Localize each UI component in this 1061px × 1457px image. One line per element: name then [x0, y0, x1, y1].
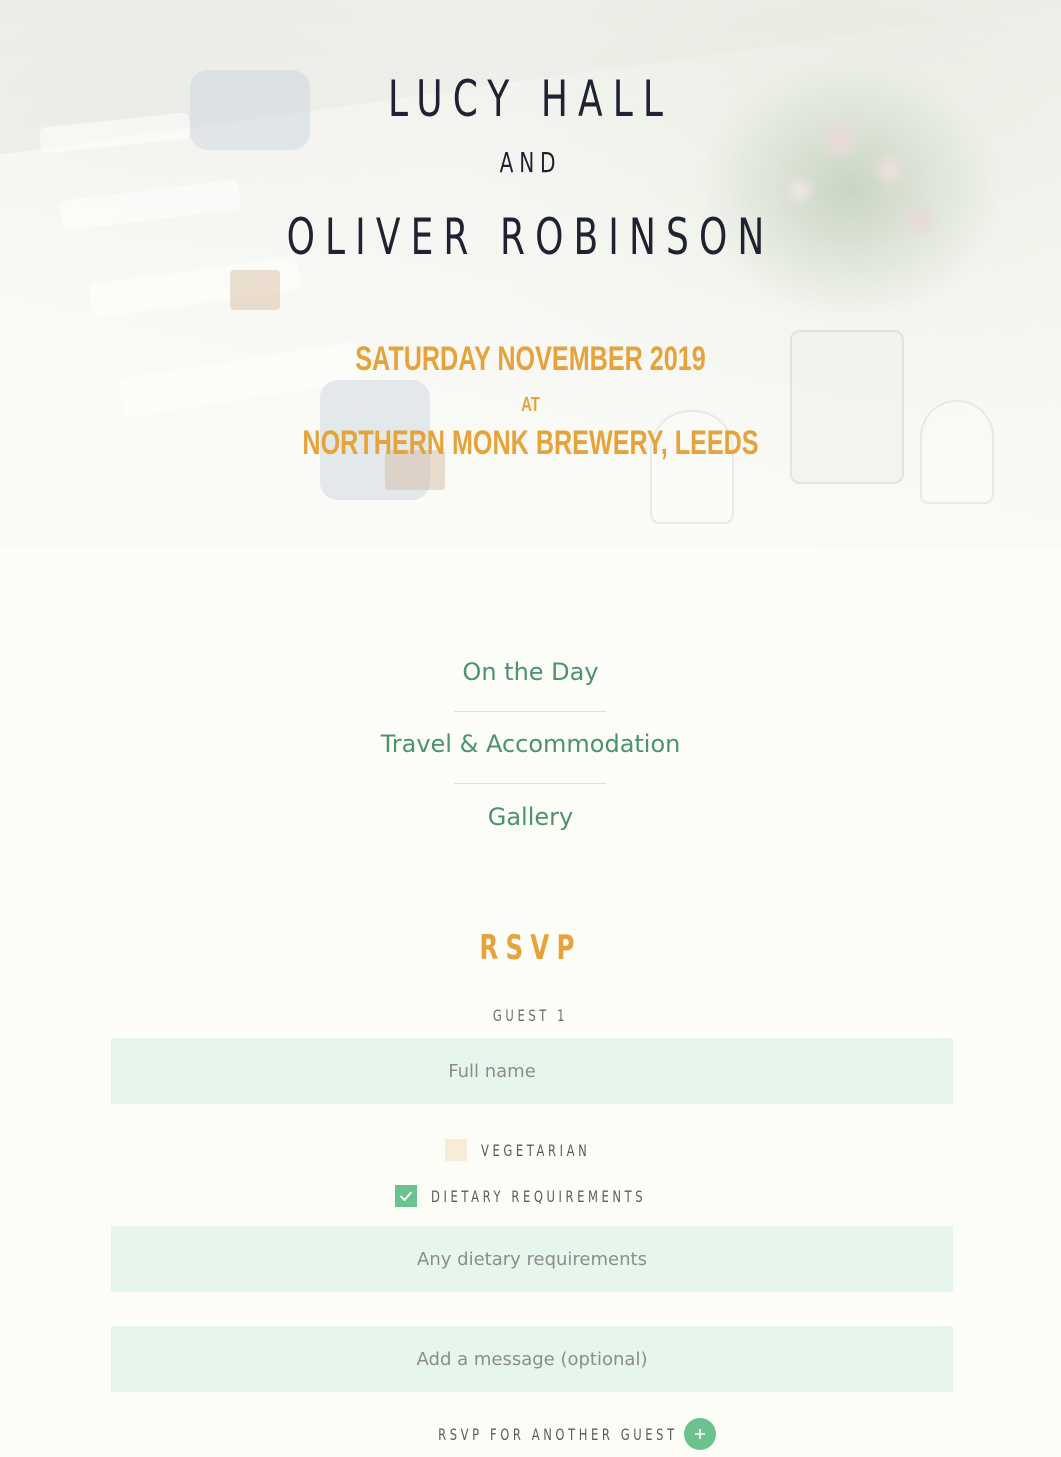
full-name-input[interactable] — [111, 1038, 953, 1104]
dietary-requirements-input[interactable] — [111, 1226, 953, 1292]
dietary-requirements-checkbox[interactable] — [394, 1185, 417, 1207]
nav-divider — [454, 711, 606, 712]
add-guest-row[interactable]: RSVP FOR ANOTHER GUEST — [0, 1418, 1061, 1450]
add-guest-label[interactable]: RSVP FOR ANOTHER GUEST — [438, 1425, 678, 1444]
nav-link-gallery[interactable]: Gallery — [0, 803, 1061, 831]
dietary-requirements-option[interactable]: DIETARY REQUIREMENTS — [0, 1184, 1061, 1208]
checkmark-icon — [399, 1191, 412, 1201]
event-at: AT — [521, 394, 540, 416]
vegetarian-option[interactable]: VEGETARIAN — [0, 1138, 1061, 1162]
dietary-requirements-label: DIETARY REQUIREMENTS — [430, 1186, 646, 1206]
nav-link-on-the-day[interactable]: On the Day — [0, 658, 1061, 686]
message-input[interactable] — [111, 1326, 953, 1392]
conjunction: AND — [499, 146, 562, 179]
plus-icon — [694, 1428, 706, 1440]
add-guest-button[interactable] — [683, 1418, 716, 1450]
guest-label: GUEST 1 — [492, 1006, 569, 1025]
nav-divider — [454, 783, 606, 784]
vegetarian-checkbox[interactable] — [444, 1139, 467, 1161]
vegetarian-label: VEGETARIAN — [480, 1140, 590, 1160]
partner-two-name: OLIVER ROBINSON — [286, 208, 775, 266]
event-date: SATURDAY NOVEMBER 2019 — [355, 340, 706, 378]
nav-link-travel-accommodation[interactable]: Travel & Accommodation — [0, 730, 1061, 758]
event-venue: NORTHERN MONK BREWERY, LEEDS — [302, 424, 759, 462]
hero-banner: LUCY HALL AND OLIVER ROBINSON SATURDAY N… — [0, 0, 1061, 548]
partner-one-name: LUCY HALL — [387, 70, 674, 128]
rsvp-heading: RSVP — [479, 928, 582, 968]
